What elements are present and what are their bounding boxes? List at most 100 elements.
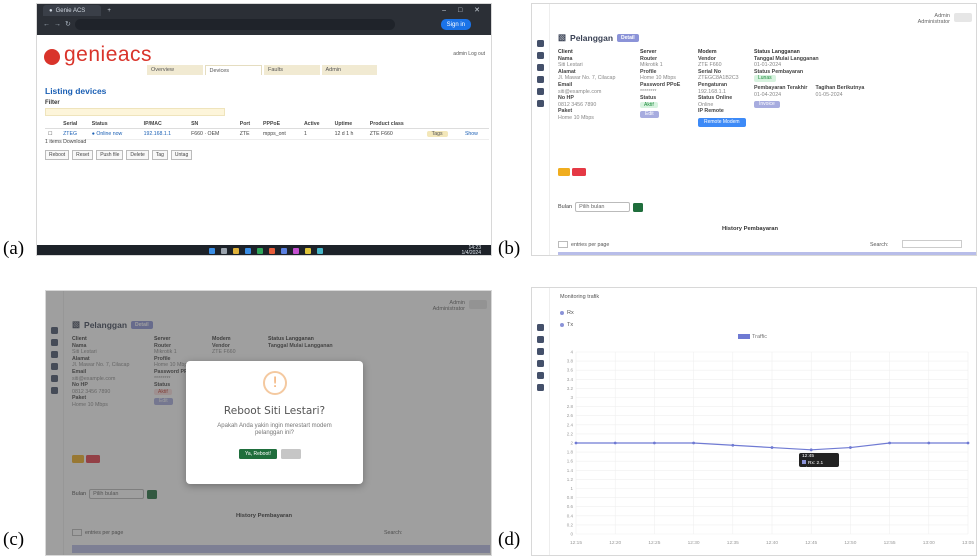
warning-icon: ! [263,371,287,395]
col-ip[interactable]: IP/MAC [140,120,189,129]
col-select[interactable] [45,120,61,129]
email-value: siti@example.com [558,88,602,95]
reboot-button[interactable]: Reboot [45,150,70,160]
router-label: Router [640,55,658,62]
col-serial[interactable]: Serial [60,120,89,129]
col-uptime[interactable]: Uptime [331,120,367,129]
col-port[interactable]: Port [236,120,261,129]
row-checkbox[interactable]: ☐ [45,128,61,140]
edit-customer-button[interactable] [558,168,570,176]
new-tab-icon[interactable]: + [107,8,111,14]
y-tick-label: 2.8 [567,404,574,409]
tab-faults[interactable]: Faults [264,65,320,75]
email-label: Email [558,81,573,88]
taskbar: 14:23 1/4/2024 [37,245,491,256]
browser-tab-title: Genie ACS [55,8,86,14]
serial-value: ZTEGC8A1B2C3 [698,75,739,82]
remote-modem-button[interactable]: Remote Modem [698,117,746,127]
confirm-reboot-button[interactable]: Ya, Reboot! [239,449,277,459]
payment-badge: Lunas [754,75,776,82]
profile-value: Home 10 Mbps [640,75,676,82]
col-active[interactable]: Active [300,120,332,129]
user-menu[interactable]: admin Log out [453,51,485,57]
interface-tx[interactable]: Tx [560,322,573,328]
address-bar[interactable] [75,19,395,30]
logout-button[interactable] [954,13,972,22]
menu-icon[interactable] [537,76,544,83]
entries-select[interactable] [558,241,568,248]
cell-ip[interactable]: 192.168.1.1 [140,128,189,140]
start-icon[interactable] [209,248,215,254]
user-icon[interactable] [537,372,544,379]
x-tick-label: 13:00 [923,540,935,546]
sidebar [532,4,550,255]
col-pppoe[interactable]: PPPoE [260,120,301,129]
dashboard-icon[interactable] [537,40,544,47]
col-status[interactable]: Status [88,120,141,129]
chart-legend[interactable]: Traffic [738,334,767,340]
start-date-label: Tanggal Mulai Langganan [754,55,819,62]
invoice-button[interactable]: Invoice [754,101,780,108]
push-file-button[interactable]: Push file [96,150,124,160]
filter-go-button[interactable] [633,202,644,212]
delete-button[interactable]: Delete [126,150,149,160]
delete-customer-button[interactable] [572,168,586,176]
settings-icon[interactable] [537,384,544,391]
month-select[interactable]: Pilih bulan [575,202,631,212]
untag-button[interactable]: Untag [170,150,193,160]
chart-tooltip: 12:45 Rx: 2.1 Mbps [799,453,839,472]
media-icon[interactable] [293,248,299,254]
tab-admin[interactable]: Admin [321,65,377,75]
detail-badge: Detail [617,33,639,42]
settings-icon[interactable] [537,100,544,107]
folder-icon[interactable] [233,248,239,254]
nav-arrows-icon[interactable]: ←→↻ [43,20,75,28]
list-icon[interactable] [537,336,544,343]
cell-sn: F660 · OEM [188,128,237,140]
tab-devices[interactable]: Devices [204,65,262,75]
store-icon[interactable] [281,248,287,254]
cancel-button[interactable] [281,449,301,459]
filter-input[interactable] [45,108,225,116]
edit-server-button[interactable]: Edit [640,111,659,118]
search-input[interactable] [902,240,962,248]
app-icon[interactable] [269,248,275,254]
tag-button[interactable]: Tag [151,150,168,160]
menu-icon[interactable] [537,360,544,367]
x-tick-label: 13:05 [962,540,974,546]
window-controls[interactable]: – □ ✕ [442,6,485,14]
user-info[interactable]: Admin Administrator [918,13,950,25]
col-product[interactable]: Product class [366,120,424,129]
cell-serial[interactable]: ZTEG [60,128,89,140]
notes-icon[interactable] [305,248,311,254]
data-point [731,443,735,447]
y-tick-label: 1.6 [567,459,574,464]
system-clock[interactable]: 14:23 1/4/2024 [462,246,481,256]
genieacs-logo-icon [44,49,60,65]
edit-icon[interactable] [537,64,544,71]
reset-button[interactable]: Reset [72,150,94,160]
chrome-icon[interactable] [257,248,263,254]
edge-icon[interactable] [245,248,251,254]
interface-rx[interactable]: Rx [560,310,574,316]
show-link[interactable]: Show [461,128,489,140]
edit-icon[interactable] [537,348,544,355]
y-tick-label: 3.6 [567,368,574,373]
vendor-label: Vendor [698,55,716,62]
monitor-title: Monitoring trafik [560,294,600,300]
data-point [770,446,774,449]
dashboard-icon[interactable] [537,324,544,331]
table-row[interactable]: ☐ ZTEG ● Online now 192.168.1.1 F660 · O… [45,128,489,140]
search-icon[interactable] [221,248,227,254]
traffic-chart[interactable]: 0 0.2 0.4 0.6 0.8 1 1.2 1.4 1.6 1.8 2 2.2 2.4 2.6 2.8 3… [554,344,974,554]
terminal-icon[interactable] [317,248,323,254]
y-tick-label: 1.8 [567,450,574,455]
browser-signin-button[interactable]: Sign in [440,19,471,30]
tags-button[interactable]: Tags [426,131,448,137]
list-icon[interactable] [537,52,544,59]
pager[interactable]: 1 items Download [45,139,86,145]
browser-tab[interactable]: ● Genie ACS [43,5,102,16]
col-sn[interactable]: SN [188,120,237,129]
user-icon[interactable] [537,88,544,95]
tab-overview[interactable]: Overview [147,65,203,75]
